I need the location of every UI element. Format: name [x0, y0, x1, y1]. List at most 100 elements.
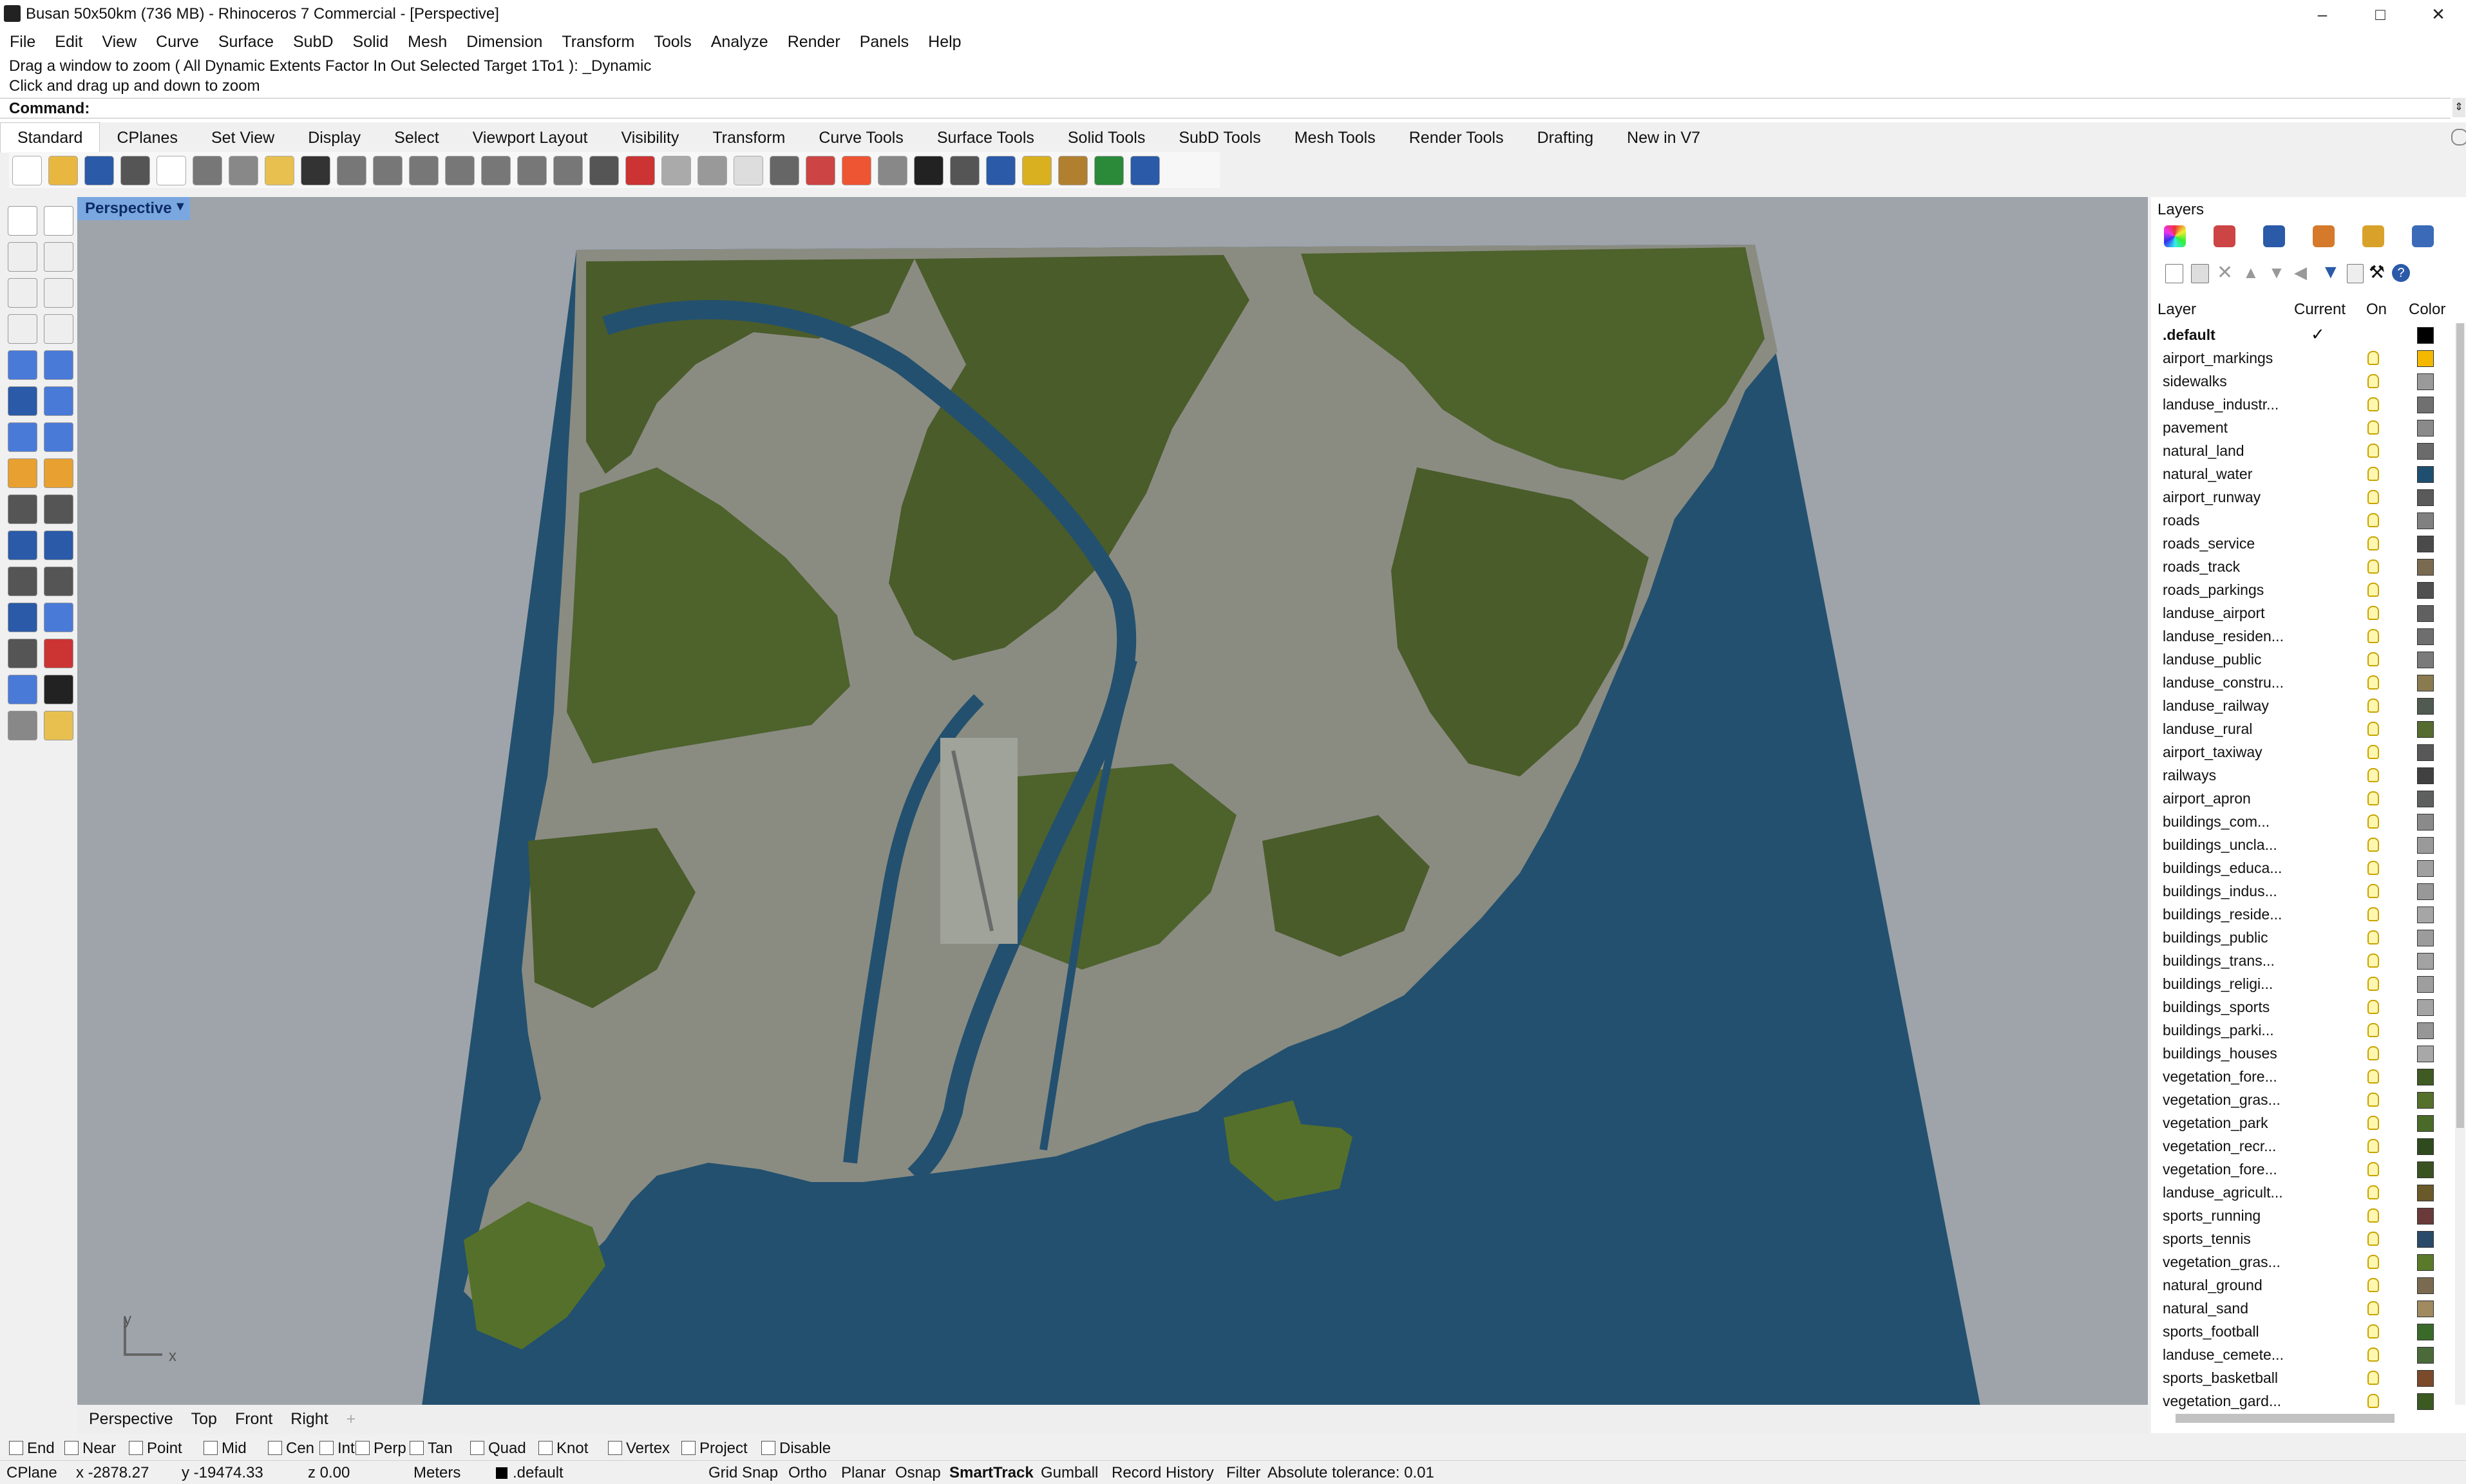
- mesh-icon[interactable]: [44, 422, 73, 452]
- menu-view[interactable]: View: [92, 28, 146, 55]
- tab-curve-tools[interactable]: Curve Tools: [802, 123, 920, 153]
- viewport-tab-perspective[interactable]: Perspective: [77, 1405, 182, 1433]
- tab-select[interactable]: Select: [377, 123, 455, 153]
- tab-viewport-layout[interactable]: Viewport Layout: [456, 123, 605, 153]
- layer-row[interactable]: roads: [2151, 509, 2454, 532]
- layer-row[interactable]: buildings_sports: [2151, 995, 2454, 1019]
- layer-color-swatch[interactable]: [2417, 1185, 2434, 1201]
- layer-row[interactable]: landuse_airport: [2151, 601, 2454, 625]
- osnap-project[interactable]: Project: [681, 1440, 748, 1458]
- vertical-scrollbar-thumb[interactable]: [2456, 323, 2464, 1128]
- layer-color-swatch[interactable]: [2417, 1254, 2434, 1271]
- curve-icon[interactable]: [44, 314, 73, 344]
- menu-solid[interactable]: Solid: [343, 28, 399, 55]
- color-column-header[interactable]: Color: [2409, 300, 2445, 319]
- layer-color-swatch[interactable]: [2417, 1231, 2434, 1248]
- paste-icon[interactable]: [265, 156, 294, 185]
- vertical-scrollbar[interactable]: [2455, 323, 2465, 1405]
- lightbulb-icon[interactable]: [2367, 1348, 2379, 1362]
- move-parent-icon[interactable]: ◀: [2294, 263, 2307, 283]
- rotate-view-icon[interactable]: [553, 156, 583, 185]
- osnap-knot[interactable]: Knot: [538, 1440, 588, 1458]
- undo-icon[interactable]: [301, 156, 330, 185]
- layer-row[interactable]: sports_football: [2151, 1320, 2454, 1343]
- osnap-toggle[interactable]: Osnap: [895, 1464, 941, 1482]
- checkbox[interactable]: [129, 1441, 143, 1455]
- layer-row[interactable]: roads_service: [2151, 532, 2454, 555]
- lightbulb-icon[interactable]: [2367, 1208, 2379, 1223]
- osnap-perp[interactable]: Perp: [356, 1440, 406, 1458]
- grid-icon[interactable]: [697, 156, 727, 185]
- menu-render[interactable]: Render: [778, 28, 850, 55]
- layer-row[interactable]: buildings_uncla...: [2151, 833, 2454, 856]
- circle-icon[interactable]: [8, 278, 37, 308]
- lightbulb-icon[interactable]: [2367, 397, 2379, 411]
- lightbulb-icon[interactable]: [2367, 722, 2379, 736]
- checkbox[interactable]: [204, 1441, 218, 1455]
- layer-color-swatch[interactable]: [2417, 489, 2434, 506]
- layer-row[interactable]: buildings_parki...: [2151, 1019, 2454, 1042]
- tab-transform[interactable]: Transform: [696, 123, 802, 153]
- layer-color-swatch[interactable]: [2417, 512, 2434, 529]
- zoom-icon[interactable]: [409, 156, 439, 185]
- render-sphere-icon[interactable]: [914, 156, 944, 185]
- render-icon[interactable]: [44, 711, 73, 740]
- menu-curve[interactable]: Curve: [146, 28, 209, 55]
- render-tab-icon[interactable]: [2263, 225, 2285, 247]
- layer-color-swatch[interactable]: [2417, 791, 2434, 807]
- layer-row[interactable]: roads_track: [2151, 555, 2454, 578]
- options-icon[interactable]: [1058, 156, 1088, 185]
- tab-standard[interactable]: Standard: [0, 122, 100, 153]
- rotate-icon[interactable]: [373, 156, 403, 185]
- tab-visibility[interactable]: Visibility: [604, 123, 696, 153]
- array-icon[interactable]: [8, 639, 37, 668]
- smarttrack-toggle[interactable]: SmartTrack: [949, 1464, 1034, 1482]
- lightbulb-icon[interactable]: [2367, 1023, 2379, 1037]
- tab-set-view[interactable]: Set View: [194, 123, 291, 153]
- lightbulb-icon[interactable]: [2367, 791, 2379, 805]
- layer-color-swatch[interactable]: [2417, 1324, 2434, 1340]
- viewport-tab-right[interactable]: Right: [281, 1405, 337, 1433]
- new-sublayer-icon[interactable]: [2191, 264, 2209, 283]
- minimize-button[interactable]: –: [2297, 1, 2348, 27]
- four-view-icon[interactable]: [589, 156, 619, 185]
- checkbox[interactable]: [356, 1441, 370, 1455]
- layer-row[interactable]: buildings_reside...: [2151, 903, 2454, 926]
- lightbulb-icon[interactable]: [2367, 1069, 2379, 1084]
- current-column-header[interactable]: Current: [2294, 300, 2346, 319]
- tab-surface-tools[interactable]: Surface Tools: [920, 123, 1051, 153]
- menu-help[interactable]: Help: [918, 28, 971, 55]
- viewport-tab-top[interactable]: Top: [182, 1405, 226, 1433]
- lightbulb-icon[interactable]: [2367, 838, 2379, 852]
- viewport-menu-arrow-icon[interactable]: ▼: [174, 200, 187, 214]
- sphere-icon[interactable]: [44, 386, 73, 416]
- layer-row[interactable]: vegetation_fore...: [2151, 1065, 2454, 1088]
- command-scroll-arrows-icon[interactable]: ⇕: [2452, 98, 2465, 117]
- delete-layer-icon[interactable]: ✕: [2217, 261, 2233, 284]
- help-icon[interactable]: [1130, 156, 1160, 185]
- viewport-tab-front[interactable]: Front: [226, 1405, 281, 1433]
- horizontal-scrollbar-thumb[interactable]: [2176, 1414, 2395, 1423]
- layer-row[interactable]: buildings_public: [2151, 926, 2454, 949]
- layer-row[interactable]: airport_apron: [2151, 787, 2454, 810]
- maximize-button[interactable]: □: [2355, 1, 2406, 27]
- lightbulb-icon[interactable]: [2367, 884, 2379, 898]
- zoom-extents-icon[interactable]: [481, 156, 511, 185]
- layer-row[interactable]: landuse_agricult...: [2151, 1181, 2454, 1204]
- planar-toggle[interactable]: Planar: [841, 1464, 886, 1482]
- menu-panels[interactable]: Panels: [850, 28, 918, 55]
- select-icon[interactable]: [8, 206, 37, 236]
- color-wheel-icon[interactable]: [842, 156, 871, 185]
- osnap-tan[interactable]: Tan: [410, 1440, 453, 1458]
- rectangle-icon[interactable]: [44, 242, 73, 272]
- layer-color-swatch[interactable]: [2417, 582, 2434, 599]
- layer-color-swatch[interactable]: [2417, 999, 2434, 1016]
- open-icon[interactable]: [48, 156, 78, 185]
- layer-color-swatch[interactable]: [2417, 350, 2434, 367]
- layer-color-swatch[interactable]: [2417, 466, 2434, 483]
- lightbulb-icon[interactable]: [2367, 444, 2379, 458]
- lightbulb-icon[interactable]: [2367, 536, 2379, 550]
- lightbulb-icon[interactable]: [2367, 652, 2379, 666]
- car-icon[interactable]: [625, 156, 655, 185]
- layer-color-swatch[interactable]: [2417, 1370, 2434, 1387]
